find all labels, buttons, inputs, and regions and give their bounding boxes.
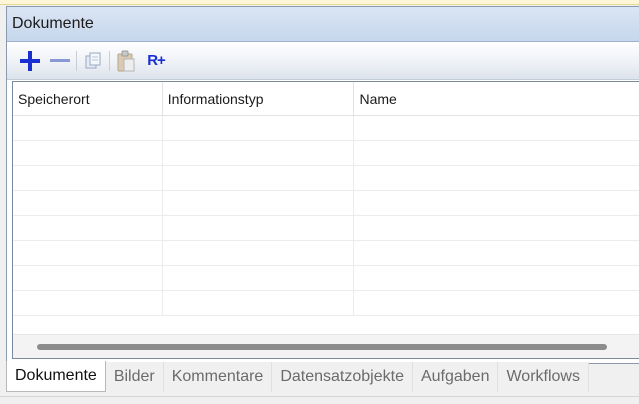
toolbar-separator: [109, 50, 110, 71]
table-cell: [354, 266, 639, 291]
table-cell: [13, 191, 163, 216]
bottom-tab-bar: Dokumente Bilder Kommentare Datensatzobj…: [6, 361, 589, 392]
documents-grid[interactable]: Speicherort Informationstyp Name: [12, 81, 639, 359]
table-cell: [354, 291, 639, 316]
top-strip: [0, 0, 639, 5]
horizontal-scrollbar[interactable]: [13, 334, 639, 358]
table-cell: [163, 166, 355, 191]
toolbar-separator: [76, 50, 77, 71]
tab-workflows[interactable]: Workflows: [498, 362, 589, 392]
table-cell: [354, 241, 639, 266]
remove-button[interactable]: [45, 46, 75, 76]
table-cell: [13, 116, 163, 141]
column-header-name[interactable]: Name: [354, 82, 639, 116]
table-cell: [13, 166, 163, 191]
table-row[interactable]: [13, 241, 639, 266]
table-cell: [163, 216, 355, 241]
table-cell: [13, 266, 163, 291]
divider: [0, 396, 639, 397]
minus-icon: [50, 58, 70, 62]
add-button[interactable]: [15, 46, 45, 76]
table-row[interactable]: [13, 266, 639, 291]
tab-aufgaben[interactable]: Aufgaben: [412, 362, 499, 392]
tab-datensatzobjekte[interactable]: Datensatzobjekte: [272, 362, 413, 392]
paste-button[interactable]: [111, 46, 141, 76]
table-cell: [354, 141, 639, 166]
paste-icon: [117, 50, 135, 71]
tab-bilder[interactable]: Bilder: [105, 362, 164, 392]
table-cell: [13, 216, 163, 241]
table-row[interactable]: [13, 191, 639, 216]
table-cell: [13, 291, 163, 316]
table-cell: [13, 141, 163, 166]
table-row[interactable]: [13, 141, 639, 166]
tab-kommentare[interactable]: Kommentare: [163, 362, 273, 392]
copy-icon: [85, 52, 101, 68]
table-row[interactable]: [13, 216, 639, 241]
column-header-speicherort[interactable]: Speicherort: [13, 82, 163, 116]
table-cell: [163, 141, 355, 166]
plus-icon: [20, 50, 40, 71]
table-cell: [354, 216, 639, 241]
tab-dokumente[interactable]: Dokumente: [6, 361, 106, 392]
copy-button[interactable]: [78, 46, 108, 76]
panel-title: Dokumente: [7, 7, 639, 42]
scrollbar-thumb[interactable]: [37, 344, 607, 350]
r-plus-icon: R+: [147, 52, 166, 69]
documents-panel: Dokumente R+ Speicherort Informationstyp…: [6, 6, 639, 364]
table-row[interactable]: [13, 116, 639, 141]
table-cell: [13, 241, 163, 266]
table-cell: [163, 291, 355, 316]
table-cell: [354, 116, 639, 141]
table-cell: [354, 166, 639, 191]
table-row[interactable]: [13, 291, 639, 316]
table-cell: [354, 191, 639, 216]
table-row[interactable]: [13, 166, 639, 191]
table-cell: [163, 241, 355, 266]
toolbar: R+: [7, 42, 639, 80]
table-cell: [163, 116, 355, 141]
table-cell: [163, 191, 355, 216]
table-cell: [163, 266, 355, 291]
column-header-informationstyp[interactable]: Informationstyp: [163, 82, 355, 116]
r-plus-button[interactable]: R+: [141, 46, 171, 76]
grid-header: Speicherort Informationstyp Name: [13, 82, 639, 116]
